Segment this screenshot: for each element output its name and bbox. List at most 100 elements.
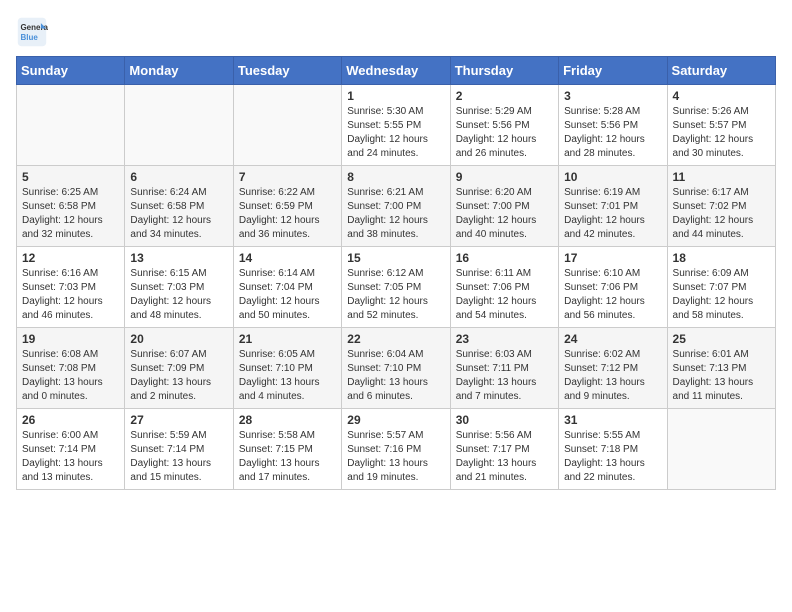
calendar-cell: 13Sunrise: 6:15 AM Sunset: 7:03 PM Dayli… [125, 247, 233, 328]
day-info: Sunrise: 6:21 AM Sunset: 7:00 PM Dayligh… [347, 186, 444, 242]
page-header: General Blue [16, 16, 776, 48]
day-info: Sunrise: 5:59 AM Sunset: 7:14 PM Dayligh… [130, 429, 227, 485]
calendar-cell: 6Sunrise: 6:24 AM Sunset: 6:58 PM Daylig… [125, 166, 233, 247]
day-info: Sunrise: 5:58 AM Sunset: 7:15 PM Dayligh… [239, 429, 336, 485]
day-info: Sunrise: 6:17 AM Sunset: 7:02 PM Dayligh… [673, 186, 770, 242]
day-info: Sunrise: 6:16 AM Sunset: 7:03 PM Dayligh… [22, 267, 119, 323]
day-number: 10 [564, 170, 661, 184]
calendar-week-3: 12 Sunrise: 6:16 AM Sunset: 7:03 PM Dayli… [17, 247, 776, 328]
day-number: 5 [22, 170, 119, 184]
header-sunday: Sunday [17, 57, 125, 85]
calendar-cell: 5Sunrise: 6:25 AM Sunset: 6:58 PM Daylig… [17, 166, 125, 247]
calendar-cell: 29Sunrise: 5:57 AM Sunset: 7:16 PM Dayli… [342, 409, 450, 490]
calendar-cell: 21 Sunrise: 6:05 AM Sunset: 7:10 PM Dayli… [233, 328, 341, 409]
day-number: 4 [673, 89, 770, 103]
day-info: Sunrise: 6:22 AM Sunset: 6:59 PM Dayligh… [239, 186, 336, 242]
calendar-cell [125, 85, 233, 166]
day-info: Sunrise: 6:19 AM Sunset: 7:01 PM Dayligh… [564, 186, 661, 242]
day-info: Sunrise: 6:10 AM Sunset: 7:06 PM Dayligh… [564, 267, 661, 323]
day-number: 15 [347, 251, 444, 265]
day-info: Sunrise: 6:14 AM Sunset: 7:04 PM Dayligh… [239, 267, 336, 323]
calendar-table: SundayMondayTuesdayWednesdayThursdayFrid… [16, 56, 776, 490]
calendar-cell: 18 Sunrise: 6:09 AM Sunset: 7:07 PM Dayli… [667, 247, 775, 328]
day-info: Sunrise: 6:08 AM Sunset: 7:08 PM Dayligh… [22, 348, 119, 404]
day-number: 30 [456, 413, 553, 427]
day-info: Sunrise: 5:55 AM Sunset: 7:18 PM Dayligh… [564, 429, 661, 485]
day-info: Sunrise: 6:07 AM Sunset: 7:09 PM Dayligh… [130, 348, 227, 404]
day-info: Sunrise: 6:24 AM Sunset: 6:58 PM Dayligh… [130, 186, 227, 242]
day-number: 28 [239, 413, 336, 427]
day-number: 18 [673, 251, 770, 265]
calendar-cell: 16 Sunrise: 6:11 AM Sunset: 7:06 PM Dayli… [450, 247, 558, 328]
header-wednesday: Wednesday [342, 57, 450, 85]
day-number: 31 [564, 413, 661, 427]
calendar-cell: 25 Sunrise: 6:01 AM Sunset: 7:13 PM Dayli… [667, 328, 775, 409]
calendar-cell: 24 Sunrise: 6:02 AM Sunset: 7:12 PM Dayli… [559, 328, 667, 409]
calendar-cell: 9 Sunrise: 6:20 AM Sunset: 7:00 PM Daylig… [450, 166, 558, 247]
day-info: Sunrise: 5:29 AM Sunset: 5:56 PM Dayligh… [456, 105, 553, 161]
day-number: 22 [347, 332, 444, 346]
day-number: 3 [564, 89, 661, 103]
day-info: Sunrise: 5:28 AM Sunset: 5:56 PM Dayligh… [564, 105, 661, 161]
calendar-cell: 15 Sunrise: 6:12 AM Sunset: 7:05 PM Dayli… [342, 247, 450, 328]
day-info: Sunrise: 6:20 AM Sunset: 7:00 PM Dayligh… [456, 186, 553, 242]
day-info: Sunrise: 6:00 AM Sunset: 7:14 PM Dayligh… [22, 429, 119, 485]
logo: General Blue [16, 16, 52, 48]
calendar-week-4: 19 Sunrise: 6:08 AM Sunset: 7:08 PM Dayli… [17, 328, 776, 409]
calendar-cell [667, 409, 775, 490]
header-monday: Monday [125, 57, 233, 85]
calendar-cell: 1Sunrise: 5:30 AM Sunset: 5:55 PM Daylig… [342, 85, 450, 166]
calendar-cell: 14 Sunrise: 6:14 AM Sunset: 7:04 PM Dayli… [233, 247, 341, 328]
day-number: 26 [22, 413, 119, 427]
calendar-cell: 17 Sunrise: 6:10 AM Sunset: 7:06 PM Dayli… [559, 247, 667, 328]
calendar-cell: 3 Sunrise: 5:28 AM Sunset: 5:56 PM Daylig… [559, 85, 667, 166]
day-number: 8 [347, 170, 444, 184]
calendar-cell: 20 Sunrise: 6:07 AM Sunset: 7:09 PM Dayli… [125, 328, 233, 409]
calendar-cell: 28 Sunrise: 5:58 AM Sunset: 7:15 PM Dayli… [233, 409, 341, 490]
day-number: 16 [456, 251, 553, 265]
calendar-cell: 8 Sunrise: 6:21 AM Sunset: 7:00 PM Daylig… [342, 166, 450, 247]
calendar-cell: 12 Sunrise: 6:16 AM Sunset: 7:03 PM Dayli… [17, 247, 125, 328]
calendar-cell: 27Sunrise: 5:59 AM Sunset: 7:14 PM Dayli… [125, 409, 233, 490]
day-number: 23 [456, 332, 553, 346]
day-number: 17 [564, 251, 661, 265]
calendar-week-2: 5Sunrise: 6:25 AM Sunset: 6:58 PM Daylig… [17, 166, 776, 247]
calendar-cell: 2 Sunrise: 5:29 AM Sunset: 5:56 PM Daylig… [450, 85, 558, 166]
day-info: Sunrise: 5:30 AM Sunset: 5:55 PM Dayligh… [347, 105, 444, 161]
header-saturday: Saturday [667, 57, 775, 85]
calendar-cell: 22 Sunrise: 6:04 AM Sunset: 7:10 PM Dayli… [342, 328, 450, 409]
calendar-cell: 10 Sunrise: 6:19 AM Sunset: 7:01 PM Dayli… [559, 166, 667, 247]
day-number: 12 [22, 251, 119, 265]
day-info: Sunrise: 6:09 AM Sunset: 7:07 PM Dayligh… [673, 267, 770, 323]
calendar-cell: 26 Sunrise: 6:00 AM Sunset: 7:14 PM Dayli… [17, 409, 125, 490]
calendar-week-1: 1Sunrise: 5:30 AM Sunset: 5:55 PM Daylig… [17, 85, 776, 166]
day-info: Sunrise: 6:04 AM Sunset: 7:10 PM Dayligh… [347, 348, 444, 404]
day-info: Sunrise: 6:01 AM Sunset: 7:13 PM Dayligh… [673, 348, 770, 404]
day-info: Sunrise: 6:12 AM Sunset: 7:05 PM Dayligh… [347, 267, 444, 323]
day-info: Sunrise: 5:26 AM Sunset: 5:57 PM Dayligh… [673, 105, 770, 161]
day-info: Sunrise: 6:05 AM Sunset: 7:10 PM Dayligh… [239, 348, 336, 404]
day-number: 20 [130, 332, 227, 346]
calendar-cell [17, 85, 125, 166]
day-number: 25 [673, 332, 770, 346]
day-number: 9 [456, 170, 553, 184]
day-number: 19 [22, 332, 119, 346]
day-number: 21 [239, 332, 336, 346]
calendar-cell: 7Sunrise: 6:22 AM Sunset: 6:59 PM Daylig… [233, 166, 341, 247]
calendar-cell: 30Sunrise: 5:56 AM Sunset: 7:17 PM Dayli… [450, 409, 558, 490]
header-thursday: Thursday [450, 57, 558, 85]
day-number: 14 [239, 251, 336, 265]
calendar-cell: 4 Sunrise: 5:26 AM Sunset: 5:57 PM Daylig… [667, 85, 775, 166]
day-number: 24 [564, 332, 661, 346]
calendar-cell: 11Sunrise: 6:17 AM Sunset: 7:02 PM Dayli… [667, 166, 775, 247]
calendar-week-5: 26 Sunrise: 6:00 AM Sunset: 7:14 PM Dayli… [17, 409, 776, 490]
day-info: Sunrise: 6:02 AM Sunset: 7:12 PM Dayligh… [564, 348, 661, 404]
calendar-cell: 31 Sunrise: 5:55 AM Sunset: 7:18 PM Dayli… [559, 409, 667, 490]
calendar-cell: 23Sunrise: 6:03 AM Sunset: 7:11 PM Dayli… [450, 328, 558, 409]
calendar-cell: 19 Sunrise: 6:08 AM Sunset: 7:08 PM Dayli… [17, 328, 125, 409]
calendar-cell [233, 85, 341, 166]
header-row: SundayMondayTuesdayWednesdayThursdayFrid… [17, 57, 776, 85]
day-info: Sunrise: 6:11 AM Sunset: 7:06 PM Dayligh… [456, 267, 553, 323]
day-number: 2 [456, 89, 553, 103]
day-info: Sunrise: 6:15 AM Sunset: 7:03 PM Dayligh… [130, 267, 227, 323]
